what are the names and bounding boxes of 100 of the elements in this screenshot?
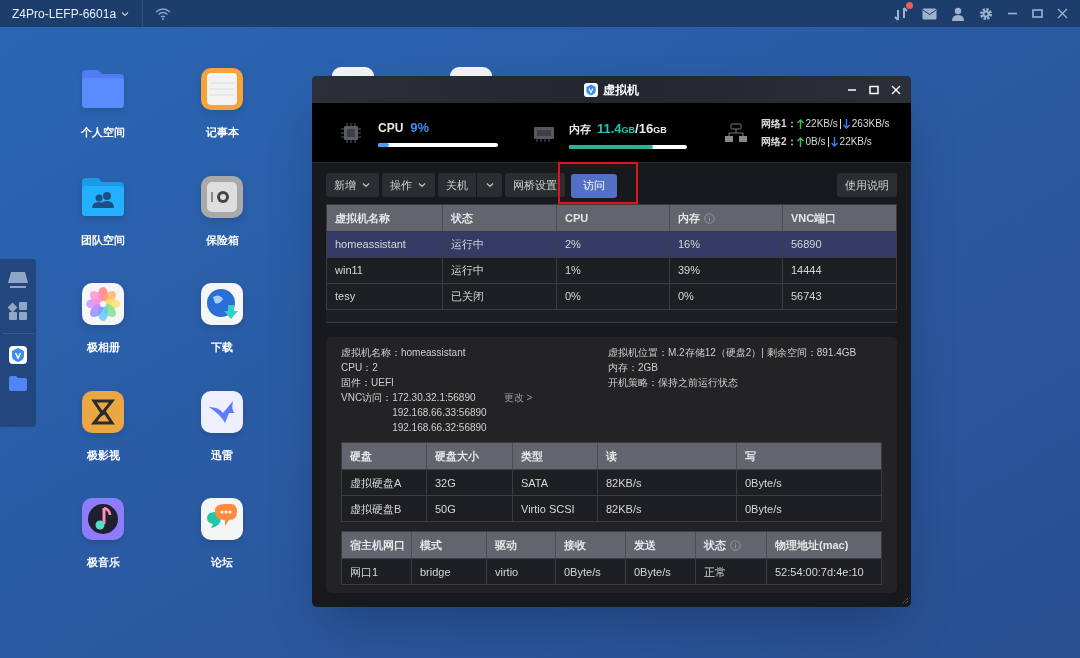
user-icon[interactable] xyxy=(951,6,965,21)
drive-icon[interactable] xyxy=(7,271,29,289)
chevron-down-icon xyxy=(484,180,495,190)
app-shortcut[interactable] xyxy=(199,173,245,220)
upload-arrow-icon xyxy=(796,118,804,129)
upload-arrow-icon xyxy=(796,136,804,147)
app-label: 团队空间 xyxy=(81,232,125,248)
table-cell-text: 56743 xyxy=(790,289,823,305)
table-cell: bridge xyxy=(412,559,487,584)
table-cell: 0Byte/s xyxy=(556,559,626,584)
table-cell: 网口1 xyxy=(342,559,412,584)
detail-label: VNC访问： xyxy=(341,392,393,405)
app-label: 极相册 xyxy=(86,340,120,355)
memory-usage: 11.4GB/16GB xyxy=(597,120,667,138)
app-shortcut[interactable] xyxy=(199,66,245,112)
app-label: 记事本 xyxy=(205,125,239,140)
table-cell: 已关闭 xyxy=(443,284,557,309)
app-shortcut[interactable] xyxy=(332,67,374,76)
table-row[interactable]: homeassistant 运行中 2% 16% 56890 xyxy=(327,231,896,257)
table-row[interactable]: tesy 已关闭 0% 0% 56743 xyxy=(327,283,896,309)
app-shortcut[interactable] xyxy=(80,281,126,327)
split-button[interactable]: 关机 xyxy=(438,173,476,197)
memory-label: 内存 xyxy=(569,122,591,137)
table-cell: 正常 xyxy=(696,559,767,584)
table-cell-text: 56890 xyxy=(790,237,823,253)
cpu-label: CPU xyxy=(378,120,404,138)
mail-icon[interactable] xyxy=(922,7,937,20)
detail-line: 内存：2GB xyxy=(608,362,659,374)
download-arrow-icon xyxy=(842,118,850,129)
notepad-icon xyxy=(199,66,245,112)
resize-grip-icon[interactable] xyxy=(901,597,909,605)
help-button[interactable]: 使用说明 xyxy=(837,173,897,197)
table-row[interactable]: win11 运行中 1% 39% 14444 xyxy=(327,257,896,283)
photos-icon xyxy=(80,281,126,327)
column-header: VNC端口 xyxy=(790,210,838,226)
bird-icon xyxy=(199,388,245,435)
table-cell: 50G xyxy=(427,496,513,521)
globe-download-icon xyxy=(199,281,245,327)
table-cell: Virtio SCSI xyxy=(513,496,598,521)
detail-line: 虚拟机位置：M.2存储12（硬盘2）| 剩余空间：891.4GB xyxy=(608,347,857,359)
transfer-icon[interactable] xyxy=(894,6,908,21)
dropdown-button[interactable]: 操作 xyxy=(382,173,435,197)
app-label: 极音乐 xyxy=(86,555,120,570)
app-shortcut[interactable] xyxy=(199,281,245,327)
table-cell-text: 14444 xyxy=(790,263,823,279)
table-cell-text: 0Byte/s xyxy=(744,501,783,517)
cpu-chip-icon xyxy=(340,121,362,144)
music-icon xyxy=(80,496,126,542)
app-shortcut[interactable] xyxy=(199,388,245,435)
app-label: 保险箱 xyxy=(205,232,239,248)
vnc-address: 192.168.66.33:56890 xyxy=(392,407,487,419)
toolbar-button[interactable]: 网桥设置 xyxy=(505,173,565,197)
app-label: 迅雷 xyxy=(211,447,233,463)
app-shortcut[interactable] xyxy=(80,496,126,542)
cpu-usage: 9% xyxy=(410,119,430,138)
app-label: 下载 xyxy=(211,340,233,355)
network-label: 网络2： xyxy=(761,135,797,149)
apps-grid-icon[interactable] xyxy=(8,301,28,321)
table-cell: 0% xyxy=(557,284,670,309)
device-selector[interactable]: Z4Pro-LEFP-6601a xyxy=(0,0,144,27)
detail-line: 虚拟机名称：homeassistant xyxy=(341,347,467,359)
wifi-icon xyxy=(155,7,172,20)
change-link[interactable]: 更改 > xyxy=(503,392,533,404)
download-speed: 263KB/s xyxy=(851,117,890,131)
upload-speed: 22KB/s xyxy=(805,117,838,131)
shield-app-icon xyxy=(584,82,598,97)
download-speed: 22KB/s xyxy=(839,135,872,149)
app-label: 个人空间 xyxy=(81,125,125,140)
vnc-address: 172.30.32.1:56890 xyxy=(392,392,477,404)
table-cell: 虚拟硬盘B xyxy=(342,496,427,521)
download-arrow-icon xyxy=(830,136,838,147)
settings-icon[interactable] xyxy=(979,6,993,21)
folder-icon[interactable] xyxy=(9,376,27,391)
table-cell-text: 52:54:00:7d:4e:10 xyxy=(774,564,865,580)
dropdown-button[interactable]: 新增 xyxy=(326,173,379,197)
table-cell: tesy xyxy=(327,284,443,309)
table-cell-text: 0Byte/s xyxy=(744,475,783,491)
window-title: 虚拟机 xyxy=(603,81,639,99)
visit-button[interactable]: 访问 xyxy=(571,173,617,198)
app-label: 论坛 xyxy=(211,555,233,570)
app-shortcut[interactable] xyxy=(199,496,245,542)
chevron-down-icon xyxy=(361,180,371,190)
column-header: 写 xyxy=(744,449,757,464)
detail-line: 开机策略：保持之前运行状态 xyxy=(608,377,739,389)
app-label: 极影视 xyxy=(86,447,120,463)
table-cell: 82KB/s xyxy=(598,496,737,521)
upload-speed: 0B/s xyxy=(805,135,826,149)
vnc-address: 192.168.66.32:56890 xyxy=(392,422,487,434)
table-cell: virtio xyxy=(487,559,556,584)
network-icon xyxy=(725,122,747,143)
table-cell: 0Byte/s xyxy=(626,559,696,584)
safe-icon xyxy=(199,173,245,220)
network-label: 网络1： xyxy=(761,117,797,131)
chevron-down-icon xyxy=(417,180,427,190)
app-shortcut[interactable] xyxy=(450,67,492,76)
column-header: 物理地址(mac) xyxy=(774,538,850,553)
shield-app-icon[interactable] xyxy=(9,346,27,364)
detail-line: CPU：2 xyxy=(341,362,379,374)
detail-line: 固件：UEFI xyxy=(341,377,395,389)
table-cell: 0% xyxy=(670,284,783,309)
